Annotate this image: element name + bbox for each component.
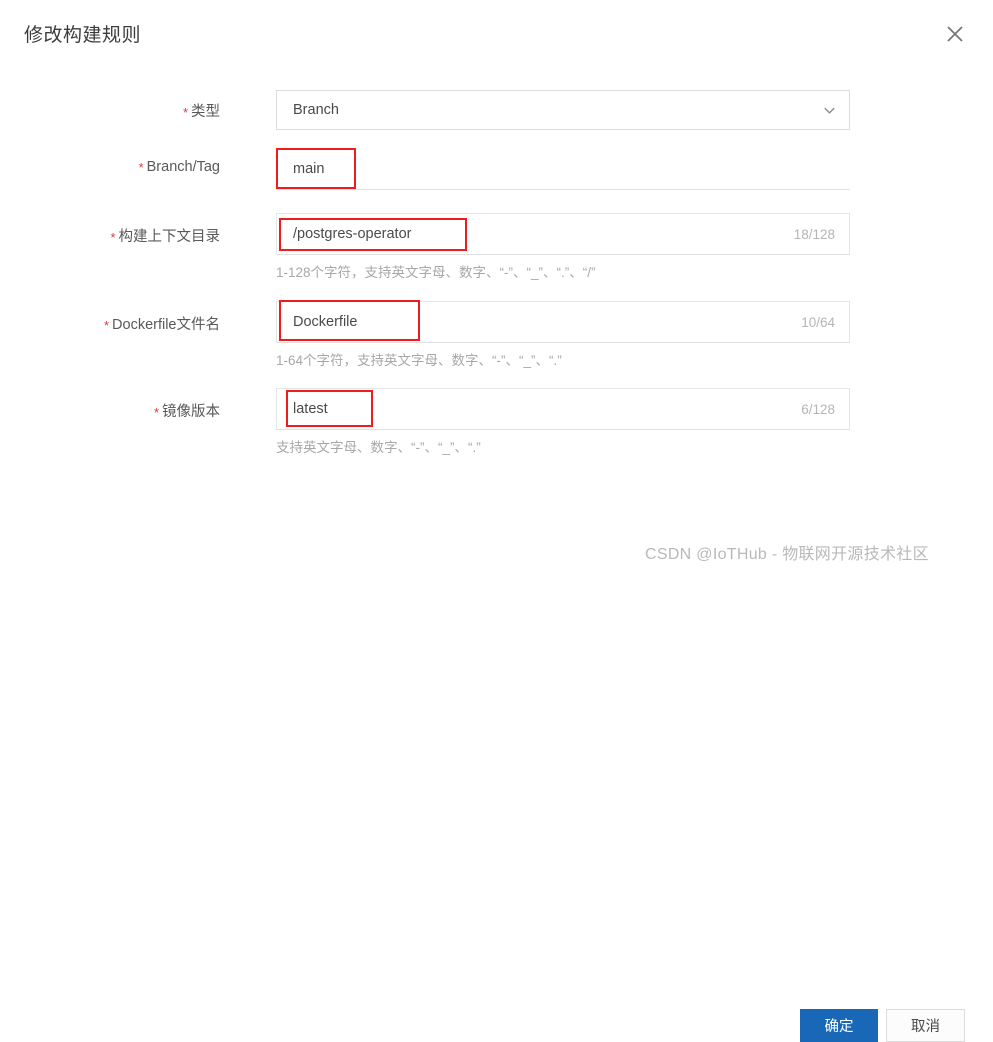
- field-label-type: * 类型: [182, 104, 220, 120]
- required-asterisk: *: [138, 160, 144, 175]
- required-asterisk: *: [153, 405, 159, 420]
- image-version-value: latest: [293, 401, 328, 417]
- field-label-branch-tag: * Branch/Tag: [138, 159, 220, 175]
- build-context-help-text: 1-128个字符，支持英文字母、数字、“-”、“_”、“.”、“/”: [276, 265, 596, 280]
- watermark: CSDN @IoTHub - 物联网开源技术社区: [645, 546, 929, 563]
- page-title: 修改构建规则: [24, 25, 142, 46]
- type-select[interactable]: Branch: [276, 90, 850, 130]
- field-label-build-context: * 构建上下文目录: [110, 229, 220, 245]
- image-version-help-text: 支持英文字母、数字、“-”、“_”、“.”: [276, 440, 481, 455]
- confirm-button[interactable]: 确定: [800, 1009, 878, 1042]
- image-version-input[interactable]: latest 6/128: [276, 388, 850, 430]
- dockerfile-name-input[interactable]: Dockerfile 10/64: [276, 301, 850, 343]
- required-asterisk: *: [182, 105, 188, 120]
- dockerfile-name-value: Dockerfile: [293, 314, 358, 330]
- field-label-image-version: * 镜像版本: [153, 404, 220, 420]
- branch-tag-value: main: [293, 161, 325, 177]
- cancel-button[interactable]: 取消: [886, 1009, 965, 1042]
- build-context-input[interactable]: /postgres-operator 18/128: [276, 213, 850, 255]
- type-select-wrapper: Branch: [276, 90, 850, 130]
- dialog-header: 修改构建规则: [0, 0, 993, 70]
- dockerfile-name-counter: 10/64: [801, 314, 835, 330]
- close-button[interactable]: [939, 18, 971, 50]
- image-version-input-wrapper: latest 6/128: [276, 388, 850, 430]
- build-context-counter: 18/128: [793, 226, 835, 242]
- branch-tag-input-wrapper: main: [276, 148, 850, 190]
- type-select-value: Branch: [293, 102, 339, 118]
- modify-build-rule-dialog: 修改构建规则 * 类型 Branch * Branch/Tag main * 构…: [0, 0, 993, 1042]
- dockerfile-name-help-text: 1-64个字符，支持英文字母、数字、“-”、“_”、“.”: [276, 353, 562, 368]
- build-context-value: /postgres-operator: [293, 226, 412, 242]
- image-version-counter: 6/128: [801, 401, 835, 417]
- close-icon: [945, 24, 965, 44]
- required-asterisk: *: [103, 318, 110, 333]
- field-label-dockerfile-name: * Dockerfile文件名: [103, 317, 220, 333]
- branch-tag-input[interactable]: main: [276, 148, 850, 190]
- required-asterisk: *: [110, 230, 116, 245]
- chevron-down-icon[interactable]: [821, 102, 837, 118]
- build-context-input-wrapper: /postgres-operator 18/128: [276, 213, 850, 255]
- dockerfile-name-input-wrapper: Dockerfile 10/64: [276, 301, 850, 343]
